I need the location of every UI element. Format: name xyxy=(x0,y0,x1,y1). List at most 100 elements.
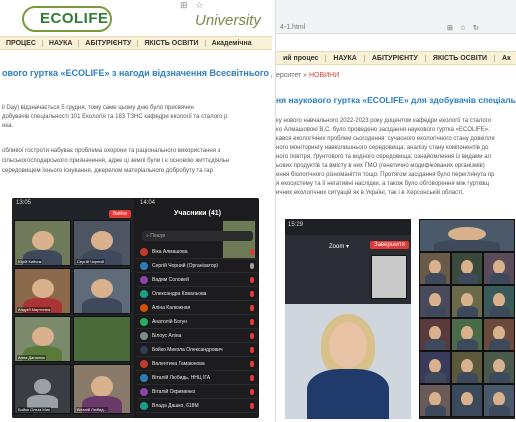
participant-avatar xyxy=(140,345,148,354)
reload-icon[interactable]: ↻ xyxy=(473,25,486,32)
participant-face xyxy=(493,259,505,274)
nav-item-process[interactable]: ПРОЦЕС xyxy=(0,39,43,47)
left-screenshot: ECOLIFE University ⊞☆ ПРОЦЕС НАУКА АБІТУ… xyxy=(0,0,272,422)
phone-status-time: 14:04 xyxy=(140,200,156,206)
mic-muted-icon[interactable] xyxy=(250,360,254,367)
participant-face xyxy=(461,259,473,274)
url-text[interactable]: 4-1.html xyxy=(280,24,305,31)
tile-name: Бойко Ольга Мик xyxy=(17,407,51,412)
participant-row[interactable]: Віталій Окрименко xyxy=(136,385,259,399)
mic-muted-icon[interactable] xyxy=(250,276,254,283)
article-text: середовищем їхнього існування, джерелом … xyxy=(2,168,213,174)
mic-muted-icon[interactable] xyxy=(250,248,254,255)
participant-body xyxy=(456,339,478,350)
mic-muted-icon[interactable] xyxy=(250,374,254,381)
exit-button[interactable]: Вийти xyxy=(108,210,131,218)
participant-body xyxy=(488,405,510,416)
mic-muted-icon[interactable] xyxy=(250,346,254,353)
mic-muted-icon[interactable] xyxy=(250,290,254,297)
bookmark-icon[interactable]: ⊞ xyxy=(180,0,196,10)
nav-item-science[interactable]: НАУКА xyxy=(326,54,365,62)
breadcrumb-news[interactable]: НОВИНИ xyxy=(309,72,339,79)
nav-item-process[interactable]: ий процес xyxy=(276,54,327,62)
news-title[interactable]: ня наукового гуртка «ECOLIFE» для здобув… xyxy=(276,95,516,105)
mic-muted-icon[interactable] xyxy=(250,304,254,311)
speaker-body xyxy=(307,369,389,419)
video-tile xyxy=(451,285,483,318)
nav-item-quality[interactable]: ЯКІСТЬ ОСВІТИ xyxy=(138,39,206,47)
mic-icon[interactable] xyxy=(250,262,254,269)
participant-name: Валентина Гамаюнова xyxy=(152,360,205,367)
video-tile xyxy=(419,252,451,285)
video-tile xyxy=(483,252,515,285)
participant-avatar xyxy=(140,373,148,382)
main-nav: ПРОЦЕС НАУКА АБІТУРІЄНТУ ЯКІСТЬ ОСВІТИ А… xyxy=(0,36,272,50)
end-call-button[interactable]: Завершити xyxy=(369,241,409,249)
article-text: ного моніторингу навколишнього середовищ… xyxy=(276,145,489,151)
participant-row[interactable]: Сергій Чорний (Організатор) xyxy=(136,259,259,273)
participant-row[interactable]: Олександра Ковальова xyxy=(136,287,259,301)
article-text: ення біологічного різноманіття тощо. Про… xyxy=(276,172,495,178)
participant-row[interactable]: Віка Алмашова xyxy=(136,245,259,259)
participant-avatar xyxy=(140,401,148,410)
article-text: ьових продуктів та вмісту в них ГМО (ген… xyxy=(276,163,485,169)
mic-muted-icon[interactable] xyxy=(250,318,254,325)
video-tile xyxy=(451,252,483,285)
participant-face xyxy=(429,292,441,307)
video-tile xyxy=(451,318,483,351)
participant-row[interactable]: Вадим Соловей xyxy=(136,273,259,287)
participant-avatar xyxy=(140,359,148,368)
nav-item-quality[interactable]: ЯКІСТЬ ОСВІТИ xyxy=(426,54,496,62)
article-text: кався екологічних проблем сьогодення: су… xyxy=(276,136,495,142)
video-tile xyxy=(451,384,483,417)
zoom-gallery-screen: 13:05 Вийти Юрій Кийчик Сергій Чорний Ан… xyxy=(12,198,134,418)
participant-row[interactable]: Віталій Любидь, ННЦ ІГА xyxy=(136,371,259,385)
participant-row[interactable]: Анатолій Богун xyxy=(136,315,259,329)
participant-name: Влада Дашко, 618М xyxy=(152,402,199,409)
participant-face xyxy=(31,278,54,299)
participant-avatar xyxy=(140,275,148,284)
participant-row[interactable]: Білоус Аліна xyxy=(136,329,259,343)
participant-body xyxy=(488,306,510,317)
ecolife-logo[interactable]: ECOLIFE xyxy=(40,10,109,27)
participant-avatar xyxy=(140,247,148,256)
video-tile xyxy=(73,268,131,314)
article-text: обливої гостроти набуває проблема охорон… xyxy=(2,148,221,154)
participants-list: Віка Алмашова Сергій Чорний (Організатор)… xyxy=(136,245,259,413)
video-tile-avatar: Бойко Ольга Мик xyxy=(14,364,71,414)
news-title[interactable]: ового гуртка «ECOLIFE» з нагоди відзначе… xyxy=(2,68,272,78)
nav-item-academic[interactable]: Ак xyxy=(495,55,516,62)
mic-muted-icon[interactable] xyxy=(250,402,254,409)
article-text: добувачів спеціальності 101 Екологія та … xyxy=(2,114,228,120)
participant-face xyxy=(461,391,473,406)
participants-search-input[interactable]: ⌕ Пошук xyxy=(142,231,253,241)
self-video-thumbnail[interactable] xyxy=(371,255,407,299)
video-tile: Андрій Мартинюк xyxy=(14,268,71,314)
participants-header: Учасники (41) xyxy=(174,210,221,217)
participant-row[interactable]: Аліна Калюжная xyxy=(136,301,259,315)
participant-name: Віталій Любидь, ННЦ ІГА xyxy=(152,374,211,381)
mic-muted-icon[interactable] xyxy=(250,332,254,339)
star-icon[interactable]: ☆ xyxy=(196,0,212,10)
video-tile xyxy=(483,351,515,384)
nav-item-applicant[interactable]: АБІТУРІЄНТУ xyxy=(365,54,426,62)
bookmark-icon[interactable]: ⊞ xyxy=(447,25,460,32)
video-tile xyxy=(419,351,451,384)
participant-face xyxy=(429,391,441,406)
mic-muted-icon[interactable] xyxy=(250,388,254,395)
participant-row[interactable]: Валентина Гамаюнова xyxy=(136,357,259,371)
nav-item-academic[interactable]: Академічна xyxy=(206,40,258,47)
participant-name: Бойко Микола Олександрович xyxy=(152,346,223,353)
tile-name: Юрій Кийчик xyxy=(17,259,43,264)
star-icon[interactable]: ☆ xyxy=(460,25,473,32)
participant-name: Анатолій Богун xyxy=(152,318,188,325)
nav-item-applicant[interactable]: АБІТУРІЄНТУ xyxy=(79,39,139,47)
participant-row[interactable]: Влада Дашко, 618М xyxy=(136,399,259,413)
breadcrumb-university[interactable]: ерситет » xyxy=(276,72,307,79)
article-text: сільськогосподарського призначення, адже… xyxy=(2,158,230,164)
participant-body xyxy=(456,273,478,284)
participant-row[interactable]: Бойко Микола Олександрович xyxy=(136,343,259,357)
participant-name: Аліна Калюжная xyxy=(152,304,191,311)
zoom-menu-label[interactable]: Zoom ▾ xyxy=(329,243,349,250)
nav-item-science[interactable]: НАУКА xyxy=(43,39,80,47)
